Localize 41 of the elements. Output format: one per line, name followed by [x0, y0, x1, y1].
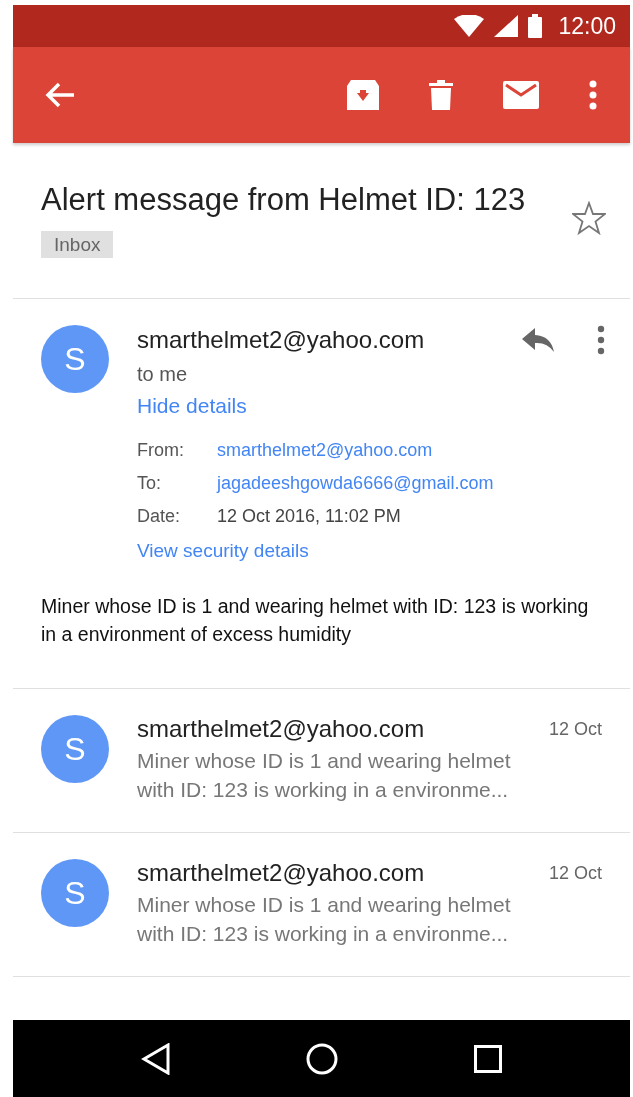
hide-details-link[interactable]: Hide details: [137, 394, 247, 418]
sender-address: smarthelmet2@yahoo.com: [137, 859, 426, 887]
message-snippet: with ID: 123 is working in a environme...: [137, 921, 510, 947]
thread-message[interactable]: S smarthelmet2@yahoo.com 12 Oct Miner whose ID is 1 and wearing helmet with ID: 123 is working in a environme...: [13, 689, 630, 833]
star-icon[interactable]: [572, 201, 606, 235]
thread-message[interactable]: S smarthelmet2@yahoo.com 12 Oct Miner whose ID is 1 and wearing helmet with ID: 123 is working in a environme...: [13, 833, 630, 977]
clock: 12:00: [558, 12, 616, 40]
battery-icon: [528, 14, 543, 38]
detail-link[interactable]: smarthelmet2@yahoo.com: [217, 440, 605, 461]
recents-icon[interactable]: [474, 1044, 503, 1073]
avatar: S: [41, 859, 109, 927]
back-icon[interactable]: [140, 1042, 171, 1075]
sender-address: smarthelmet2@yahoo.com: [137, 715, 426, 743]
avatar: S: [41, 325, 109, 393]
message-body: Miner whose ID is 1 and wearing helmet with ID: 123 is working in a environment of excess humidity: [41, 594, 590, 647]
avatar: S: [41, 715, 109, 783]
detail-label: From:: [137, 440, 185, 461]
reply-icon[interactable]: [522, 328, 554, 352]
inbox-label: Inbox: [41, 231, 114, 258]
home-icon[interactable]: [306, 1042, 339, 1075]
back-arrow-icon[interactable]: [45, 82, 75, 108]
trash-icon[interactable]: [429, 80, 453, 110]
message-snippet: Miner whose ID is 1 and wearing helmet: [137, 748, 512, 774]
envelope-icon[interactable]: [503, 81, 539, 109]
detail-label: Date:: [137, 506, 182, 527]
more-icon[interactable]: [589, 80, 597, 110]
security-details-link[interactable]: View security details: [137, 540, 309, 562]
more-icon[interactable]: [597, 325, 605, 355]
subject-title: Alert message from Helmet ID: 123: [41, 182, 526, 217]
message-date: 12 Oct: [548, 718, 602, 740]
signal-icon: [494, 15, 519, 37]
recipient-text: to me: [137, 363, 189, 386]
message-snippet: with ID: 123 is working in a environme...: [137, 777, 510, 803]
detail-label: To:: [137, 473, 162, 494]
wifi-icon: [454, 15, 485, 37]
message-date: 12 Oct: [548, 862, 602, 884]
message-snippet: Miner whose ID is 1 and wearing helmet: [137, 892, 512, 918]
detail-link[interactable]: jagadeeshgowda6666@gmail.com: [217, 473, 605, 494]
sender-address: smarthelmet2@yahoo.com: [137, 326, 426, 354]
detail-value: 12 Oct 2016, 11:02 PM: [217, 506, 402, 527]
archive-icon[interactable]: [347, 80, 379, 110]
